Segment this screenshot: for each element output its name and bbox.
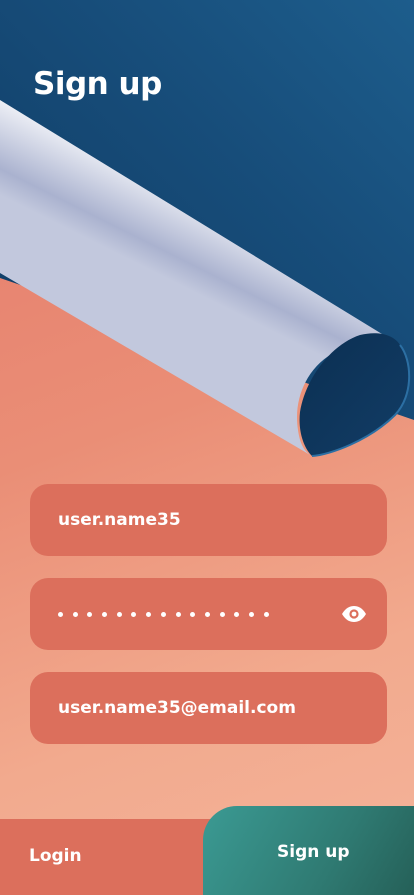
password-dot (219, 611, 225, 617)
password-masked-value (58, 611, 359, 617)
password-field[interactable] (30, 578, 387, 650)
password-dot (248, 611, 254, 617)
password-dot (131, 611, 137, 617)
password-dot (87, 611, 93, 617)
page-title: Sign up (33, 66, 162, 102)
password-dot (175, 611, 181, 617)
password-dot (204, 611, 210, 617)
password-dot (58, 611, 63, 617)
password-dot (72, 611, 78, 617)
username-value: user.name35 (58, 510, 181, 530)
password-dot (234, 611, 240, 617)
password-dot (160, 611, 166, 617)
password-dot (263, 611, 269, 617)
signup-button[interactable]: Sign up (203, 806, 414, 895)
password-dot (116, 611, 122, 617)
email-value: user.name35@email.com (58, 698, 296, 718)
eye-icon[interactable] (341, 605, 367, 623)
email-field[interactable]: user.name35@email.com (30, 672, 387, 744)
password-dot (102, 611, 108, 617)
password-dot (146, 611, 152, 617)
signup-screen: Sign up user.name35 user.name35@email.co… (0, 0, 414, 895)
password-dot (190, 611, 196, 617)
username-field[interactable]: user.name35 (30, 484, 387, 556)
